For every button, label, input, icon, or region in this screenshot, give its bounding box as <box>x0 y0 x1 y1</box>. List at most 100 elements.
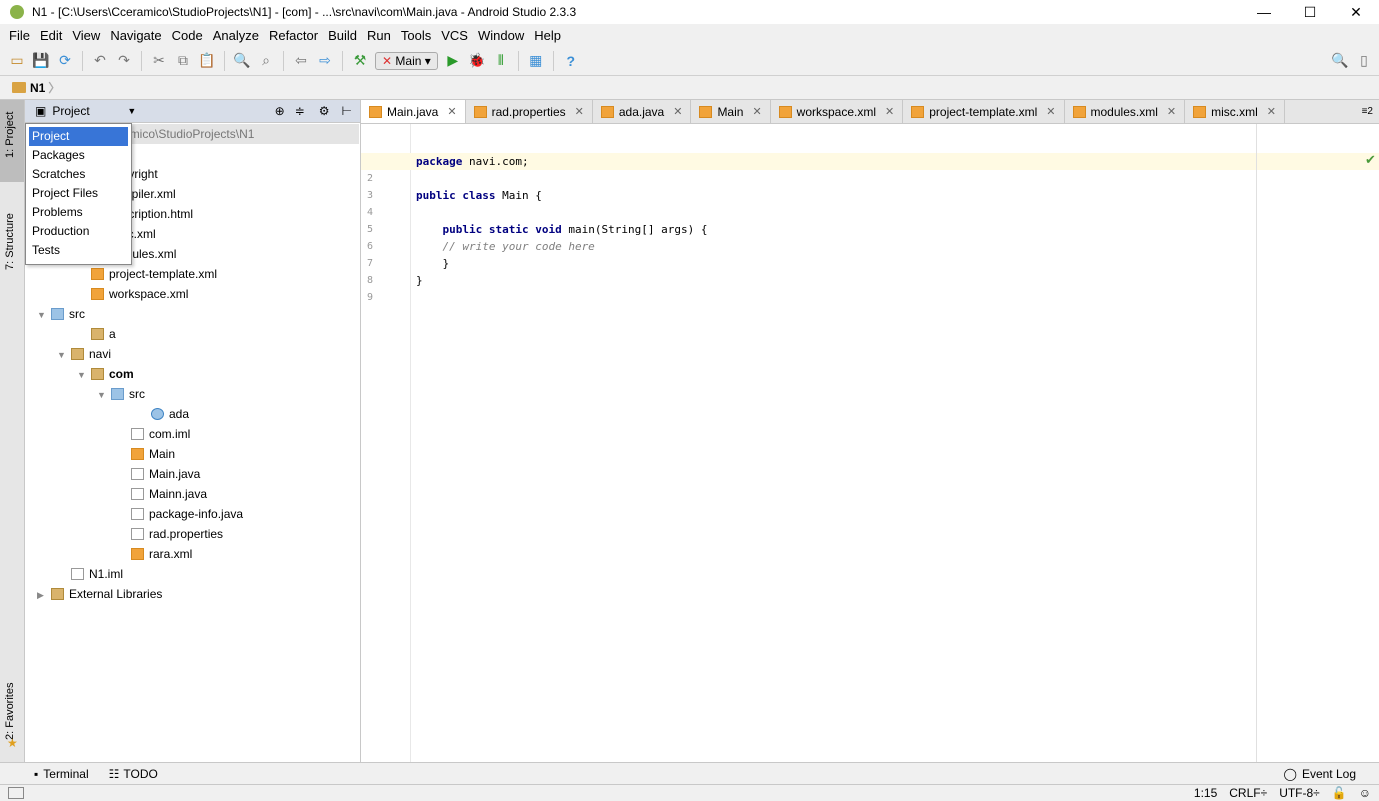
event-log-tab[interactable]: Event Log <box>1302 767 1356 781</box>
menu-window[interactable]: Window <box>473 28 529 43</box>
close-tab-icon[interactable]: ✕ <box>673 105 682 118</box>
lock-icon[interactable]: 🔓 <box>1332 786 1347 800</box>
hide-panel-icon[interactable]: ⊢ <box>342 104 352 118</box>
save-icon[interactable]: 💾 <box>32 52 50 70</box>
tree-item[interactable]: ▼ navi <box>57 344 111 364</box>
tree-item[interactable]: workspace.xml <box>77 284 188 304</box>
collapse-all-icon[interactable]: ≑ <box>295 104 305 118</box>
build-hammer-icon[interactable]: ⚒ <box>351 52 369 70</box>
editor-tab[interactable]: project-template.xml ✕ <box>903 100 1065 123</box>
popup-item-tests[interactable]: Tests <box>29 241 128 260</box>
editor-tab[interactable]: Main ✕ <box>691 100 771 123</box>
breadcrumb-n1[interactable]: N1 <box>30 81 45 95</box>
run-configuration-select[interactable]: ✕ Main ▾ <box>375 51 438 70</box>
menu-view[interactable]: View <box>67 28 105 43</box>
find-icon[interactable]: 🔍 <box>233 52 251 70</box>
profile-icon[interactable]: ⫴ <box>492 52 510 70</box>
popup-item-problems[interactable]: Problems <box>29 203 128 222</box>
popup-item-packages[interactable]: Packages <box>29 146 128 165</box>
close-tab-icon[interactable]: ✕ <box>885 105 894 118</box>
menu-build[interactable]: Build <box>323 28 362 43</box>
replace-icon[interactable]: ⌕ <box>257 52 275 70</box>
tree-item[interactable]: rara.xml <box>117 544 192 564</box>
close-tab-icon[interactable]: ✕ <box>752 105 761 118</box>
tree-item[interactable]: ▼ src <box>37 304 85 324</box>
menu-refactor[interactable]: Refactor <box>264 28 323 43</box>
code-line[interactable]: } <box>416 255 450 272</box>
menu-code[interactable]: Code <box>167 28 208 43</box>
editor-tab[interactable]: misc.xml ✕ <box>1185 100 1285 123</box>
tree-item[interactable]: ada <box>137 404 189 424</box>
tabs-overflow-button[interactable]: ≡2 <box>1356 100 1379 123</box>
structure-tool-tab[interactable]: 7: Structure <box>4 213 16 270</box>
code-line[interactable]: } <box>416 272 423 289</box>
close-tab-icon[interactable]: ✕ <box>1046 105 1055 118</box>
run-icon[interactable]: ▶ <box>444 52 462 70</box>
line-separator[interactable]: CRLF÷ <box>1229 786 1267 800</box>
close-tab-icon[interactable]: ✕ <box>1167 105 1176 118</box>
search-everywhere-icon[interactable]: 🔍 <box>1331 52 1349 70</box>
tree-item[interactable]: rad.properties <box>117 524 223 544</box>
inspector-icon[interactable]: ☺ <box>1359 786 1371 800</box>
menu-run[interactable]: Run <box>362 28 396 43</box>
popup-item-project-files[interactable]: Project Files <box>29 184 128 203</box>
menu-file[interactable]: File <box>4 28 35 43</box>
cut-icon[interactable]: ✂ <box>150 52 168 70</box>
code-editor[interactable] <box>411 124 1379 762</box>
menu-analyze[interactable]: Analyze <box>208 28 264 43</box>
tree-item[interactable]: ▶ External Libraries <box>37 584 162 604</box>
tree-item[interactable]: Main.java <box>117 464 200 484</box>
close-tab-icon[interactable]: ✕ <box>575 105 584 118</box>
menu-navigate[interactable]: Navigate <box>105 28 166 43</box>
locate-icon[interactable]: ⊕ <box>275 104 285 118</box>
user-icon[interactable]: ▯ <box>1355 52 1373 70</box>
popup-item-production[interactable]: Production <box>29 222 128 241</box>
copy-icon[interactable]: ⧉ <box>174 52 192 70</box>
help-icon[interactable]: ? <box>562 52 580 70</box>
expanded-arrow-icon[interactable]: ▼ <box>37 305 51 325</box>
close-button[interactable]: ✕ <box>1333 4 1379 21</box>
menu-edit[interactable]: Edit <box>35 28 67 43</box>
project-tool-tab[interactable]: 1: Project <box>4 112 16 158</box>
sync-icon[interactable]: ⟳ <box>56 52 74 70</box>
popup-item-scratches[interactable]: Scratches <box>29 165 128 184</box>
favorites-tool-tab[interactable]: 2: Favorites <box>4 683 16 740</box>
editor-tab[interactable]: ada.java ✕ <box>593 100 692 123</box>
menu-tools[interactable]: Tools <box>396 28 436 43</box>
editor-tab[interactable]: Main.java ✕ <box>361 100 466 123</box>
undo-icon[interactable]: ↶ <box>91 52 109 70</box>
file-encoding[interactable]: UTF-8÷ <box>1279 786 1320 800</box>
minimize-button[interactable]: — <box>1241 4 1287 20</box>
editor-tab[interactable]: rad.properties ✕ <box>466 100 593 123</box>
back-icon[interactable]: ⇦ <box>292 52 310 70</box>
collapsed-arrow-icon[interactable]: ▶ <box>37 585 51 605</box>
popup-item-project[interactable]: Project <box>29 127 128 146</box>
tree-item[interactable]: project-template.xml <box>77 264 217 284</box>
paste-icon[interactable]: 📋 <box>198 52 216 70</box>
menu-help[interactable]: Help <box>529 28 566 43</box>
forward-icon[interactable]: ⇨ <box>316 52 334 70</box>
close-tab-icon[interactable]: ✕ <box>1267 105 1276 118</box>
tree-item[interactable]: com.iml <box>117 424 190 444</box>
close-tab-icon[interactable]: ✕ <box>447 105 456 118</box>
debug-icon[interactable]: 🐞 <box>468 52 486 70</box>
todo-tab[interactable]: TODO <box>123 767 157 781</box>
caret-position[interactable]: 1:15 <box>1194 786 1217 800</box>
gear-icon[interactable]: ⚙ <box>319 104 330 118</box>
open-folder-icon[interactable]: ▭ <box>8 52 26 70</box>
redo-icon[interactable]: ↷ <box>115 52 133 70</box>
tree-item[interactable]: N1.iml <box>57 564 123 584</box>
toggle-tool-windows-icon[interactable] <box>8 787 24 799</box>
code-line[interactable]: public static void main(String[] args) { <box>416 221 708 238</box>
editor-tab[interactable]: modules.xml ✕ <box>1065 100 1186 123</box>
tree-item[interactable]: Mainn.java <box>117 484 207 504</box>
chevron-down-icon[interactable]: ▼ <box>127 106 136 116</box>
tree-item[interactable]: ▼ com <box>77 364 134 384</box>
tree-item[interactable]: a <box>77 324 116 344</box>
code-line[interactable]: // write your code here <box>416 238 594 255</box>
menu-vcs[interactable]: VCS <box>436 28 473 43</box>
terminal-tab[interactable]: Terminal <box>43 767 88 781</box>
project-view-selector[interactable]: Project <box>52 104 127 118</box>
expanded-arrow-icon[interactable]: ▼ <box>97 385 111 405</box>
expanded-arrow-icon[interactable]: ▼ <box>77 365 91 385</box>
